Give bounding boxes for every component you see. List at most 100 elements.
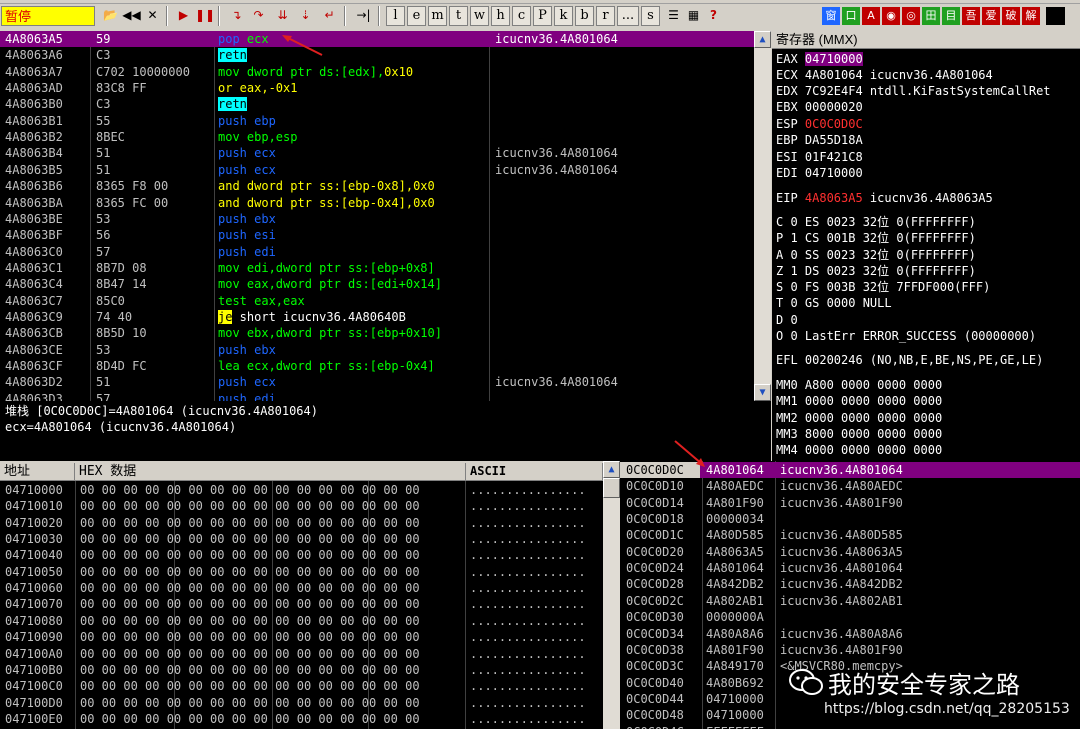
help-icon[interactable]: ? (704, 6, 723, 26)
disassembly-row[interactable]: 4A8063CB 8B5D 10 mov ebx,dword ptr ss:[ebp… (0, 325, 754, 341)
plugin-icon-8[interactable]: 爱 (982, 7, 1000, 25)
dump-row[interactable]: 04710040 00 00 00 00 00 00 00 00 00 00 00… (0, 547, 603, 563)
register-line[interactable]: EFL 00200246 (NO,NB,E,BE,NS,PE,GE,LE) (776, 352, 1043, 368)
disassembly-row[interactable]: 4A8063BF 56 push esi (0, 227, 754, 243)
register-line[interactable]: S 0 FS 003B 32位 7FFDF000(FFF) (776, 279, 990, 295)
plugin-icon-3[interactable]: ◉ (882, 7, 900, 25)
register-line[interactable]: MM2 0000 0000 0000 0000 (776, 410, 942, 426)
dump-row[interactable]: 04710090 00 00 00 00 00 00 00 00 00 00 00… (0, 629, 603, 645)
registers-pane[interactable]: 寄存器 (MMX) EAX 04710000 ECX 4A801064 icucn… (772, 31, 1080, 461)
dump-col-hex[interactable]: HEX 数据 (75, 463, 466, 480)
dump-row[interactable]: 047100E0 00 00 00 00 00 00 00 00 00 00 00… (0, 711, 603, 727)
register-line[interactable]: EAX 04710000 (776, 51, 863, 67)
pause-icon[interactable]: ❚❚ (195, 6, 215, 26)
toolbar-window-button-11[interactable]: ... (617, 6, 639, 26)
disassembly-row[interactable]: 4A8063C9 74 40 je short icucnv36.4A80640B (0, 309, 754, 325)
register-line[interactable]: EDI 04710000 (776, 165, 863, 181)
stack-row[interactable]: 0C0C0D10 4A80AEDC icucnv36.4A80AEDC (620, 478, 1080, 494)
register-line[interactable]: T 0 GS 0000 NULL (776, 295, 892, 311)
dump-row[interactable]: 04710050 00 00 00 00 00 00 00 00 00 00 00… (0, 564, 603, 580)
execute-till-return-icon[interactable]: ↵ (320, 6, 339, 26)
dump-row[interactable]: 04710030 00 00 00 00 00 00 00 00 00 00 00… (0, 531, 603, 547)
toolbar-window-button-4[interactable]: w (470, 6, 489, 26)
register-line[interactable]: ESI 01F421C8 (776, 149, 863, 165)
register-line[interactable]: Z 1 DS 0023 32位 0(FFFFFFFF) (776, 263, 976, 279)
close-icon[interactable]: ✕ (143, 6, 162, 26)
dump-row[interactable]: 047100C0 00 00 00 00 00 00 00 00 00 00 00… (0, 678, 603, 694)
disassembly-row[interactable]: 4A8063C0 57 push edi (0, 244, 754, 260)
toolbar-window-button-12[interactable]: s (641, 6, 660, 26)
toolbar-window-button-6[interactable]: c (512, 6, 531, 26)
stack-row[interactable]: 0C0C0D28 4A842DB2 icucnv36.4A842DB2 (620, 576, 1080, 592)
register-line[interactable]: C 0 ES 0023 32位 0(FFFFFFFF) (776, 214, 976, 230)
stack-row[interactable]: 0C0C0D4C FFFFFFFF (620, 724, 1080, 729)
toolbar-window-button-1[interactable]: e (407, 6, 426, 26)
register-line[interactable]: EBP DA55D18A (776, 132, 863, 148)
dump-col-ascii[interactable]: ASCII (466, 463, 603, 480)
dump-row[interactable]: 04710080 00 00 00 00 00 00 00 00 00 00 00… (0, 613, 603, 629)
disassembly-row[interactable]: 4A8063B2 8BEC mov ebp,esp (0, 129, 754, 145)
plugin-icon-1[interactable]: 口 (842, 7, 860, 25)
plugin-icon-5[interactable]: 田 (922, 7, 940, 25)
goto-icon[interactable]: →| (354, 6, 373, 26)
disassembly-row[interactable]: 4A8063A5 59 pop ecx icucnv36.4A801064 (0, 31, 754, 48)
dump-row[interactable]: 04710010 00 00 00 00 00 00 00 00 00 00 00… (0, 498, 603, 514)
disassembly-row[interactable]: 4A8063B5 51 push ecx icucnv36.4A801064 (0, 162, 754, 178)
register-line[interactable]: P 1 CS 001B 32位 0(FFFFFFFF) (776, 230, 976, 246)
dump-col-address[interactable]: 地址 (0, 463, 75, 480)
trace-into-icon[interactable]: ⇊ (273, 6, 292, 26)
register-line[interactable]: EBX 00000020 (776, 99, 863, 115)
register-line[interactable]: ECX 4A801064 icucnv36.4A801064 (776, 67, 993, 83)
disassembly-row[interactable]: 4A8063CE 53 push ebx (0, 342, 754, 358)
register-line[interactable]: A 0 SS 0023 32位 0(FFFFFFFF) (776, 247, 976, 263)
disassembly-row[interactable]: 4A8063D3 57 push edi (0, 391, 754, 401)
register-line[interactable]: EDX 7C92E4F4 ntdll.KiFastSystemCallRet (776, 83, 1051, 99)
stack-row[interactable]: 0C0C0D38 4A801F90 icucnv36.4A801F90 (620, 642, 1080, 658)
register-line[interactable]: MM0 A800 0000 0000 0000 (776, 377, 942, 393)
toolbar-window-button-8[interactable]: k (554, 6, 573, 26)
disassembly-row[interactable]: 4A8063B0 C3 retn (0, 96, 754, 112)
register-line[interactable]: MM4 0000 0000 0000 0000 (776, 442, 942, 458)
trace-over-icon[interactable]: ⇣ (296, 6, 315, 26)
toolbar-window-button-7[interactable]: P (533, 6, 552, 26)
run-icon[interactable]: ▶ (174, 6, 193, 26)
hex-dump-pane[interactable]: 04710000 00 00 00 00 00 00 00 00 00 00 00… (0, 481, 603, 729)
dump-row[interactable]: 047100D0 00 00 00 00 00 00 00 00 00 00 00… (0, 695, 603, 711)
dump-row[interactable]: 04710070 00 00 00 00 00 00 00 00 00 00 00… (0, 596, 603, 612)
disassembly-row[interactable]: 4A8063BA 8365 FC 00 and dword ptr ss:[ebp-… (0, 195, 754, 211)
stack-row[interactable]: 0C0C0D1C 4A80D585 icucnv36.4A80D585 (620, 527, 1080, 543)
disassembly-row[interactable]: 4A8063BE 53 push ebx (0, 211, 754, 227)
toolbar-window-button-2[interactable]: m (428, 6, 447, 26)
register-line[interactable]: O 0 LastErr ERROR_SUCCESS (00000000) (776, 328, 1036, 344)
scroll-thumb[interactable] (603, 478, 620, 498)
disassembly-scrollbar[interactable]: ▲ ▼ (754, 31, 771, 401)
stack-row[interactable]: 0C0C0D0C 4A801064 icucnv36.4A801064 (620, 462, 1080, 479)
plugin-icon-0[interactable]: 窗 (822, 7, 840, 25)
plugin-icon-7[interactable]: 吾 (962, 7, 980, 25)
toolbar-window-button-10[interactable]: r (596, 6, 615, 26)
stack-row[interactable]: 0C0C0D20 4A8063A5 icucnv36.4A8063A5 (620, 544, 1080, 560)
toolbar-window-button-3[interactable]: t (449, 6, 468, 26)
plugin-icon-2[interactable]: A (862, 7, 880, 25)
register-line[interactable]: MM1 0000 0000 0000 0000 (776, 393, 942, 409)
disassembly-row[interactable]: 4A8063A7 C702 10000000 mov dword ptr ds:[e… (0, 64, 754, 80)
toolbar-window-button-0[interactable]: l (386, 6, 405, 26)
rewind-icon[interactable]: ◀◀ (122, 6, 141, 26)
plugin-icon-6[interactable]: 目 (942, 7, 960, 25)
toolbar-window-button-5[interactable]: h (491, 6, 510, 26)
register-line[interactable]: D 0 (776, 312, 798, 328)
scroll-down-icon[interactable]: ▼ (754, 384, 771, 401)
disassembly-row[interactable]: 4A8063A6 C3 retn (0, 47, 754, 63)
stack-row[interactable]: 0C0C0D24 4A801064 icucnv36.4A801064 (620, 560, 1080, 576)
disassembly-row[interactable]: 4A8063B4 51 push ecx icucnv36.4A801064 (0, 145, 754, 161)
disassembly-row[interactable]: 4A8063AD 83C8 FF or eax,-0x1 (0, 80, 754, 96)
dump-row[interactable]: 04710060 00 00 00 00 00 00 00 00 00 00 00… (0, 580, 603, 596)
stack-row[interactable]: 0C0C0D2C 4A802AB1 icucnv36.4A802AB1 (620, 593, 1080, 609)
list-icon[interactable]: ☰ (664, 6, 683, 26)
register-line[interactable]: EIP 4A8063A5 icucnv36.4A8063A5 (776, 190, 993, 206)
toolbar-window-button-9[interactable]: b (575, 6, 594, 26)
step-over-icon[interactable]: ↷ (249, 6, 268, 26)
dump-row[interactable]: 04710020 00 00 00 00 00 00 00 00 00 00 00… (0, 515, 603, 531)
dump-scrollbar[interactable]: ▲ (603, 461, 620, 729)
stack-row[interactable]: 0C0C0D34 4A80A8A6 icucnv36.4A80A8A6 (620, 626, 1080, 642)
